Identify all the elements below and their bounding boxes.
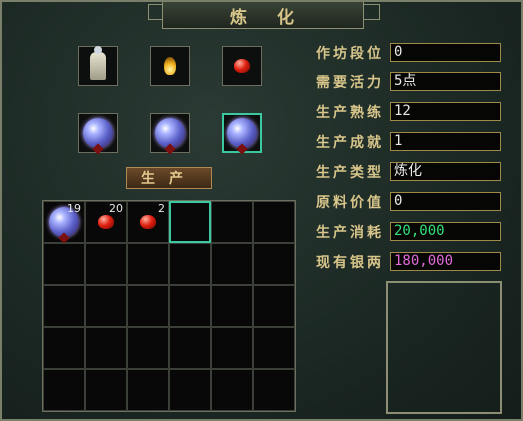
stat-value-proficiency: 12: [390, 102, 501, 121]
inventory-slot[interactable]: [85, 369, 127, 411]
inventory-slot[interactable]: [43, 243, 85, 285]
title-char-1: 炼: [230, 7, 249, 28]
inventory-slot[interactable]: [43, 369, 85, 411]
stat-value-achievement: 1: [390, 132, 501, 151]
recipe-slot-5[interactable]: [150, 113, 190, 153]
stat-label-energy-required: 需要活力: [316, 75, 384, 91]
inventory-slot[interactable]: [253, 327, 295, 369]
inventory-slot[interactable]: 20: [85, 201, 127, 243]
recipe-slot-2[interactable]: [150, 46, 190, 86]
purple-orb-icon: [83, 118, 113, 148]
inventory-slot[interactable]: [85, 327, 127, 369]
inventory-slot[interactable]: [253, 285, 295, 327]
inventory-slot[interactable]: [211, 369, 253, 411]
refine-window: 炼 化 生产 19 20 2 作坊段位 0 需要活力 5点 生产熟练 12 生产…: [0, 0, 523, 421]
title-char-2: 化: [277, 7, 296, 28]
white-robed-figure-icon: [90, 46, 106, 80]
stat-label-production-type: 生产类型: [316, 165, 384, 181]
purple-orb-icon: [227, 118, 257, 148]
inventory-slot[interactable]: [43, 285, 85, 327]
item-info-panel: [386, 281, 502, 414]
inventory-slot[interactable]: [127, 285, 169, 327]
inventory-slot[interactable]: [127, 327, 169, 369]
recipe-slot-6[interactable]: [222, 113, 262, 153]
recipe-slot-3[interactable]: [222, 46, 262, 86]
inventory-slot[interactable]: [211, 201, 253, 243]
red-gem-icon: [98, 215, 114, 229]
inventory-slot[interactable]: [211, 327, 253, 369]
inventory-slot[interactable]: [169, 285, 211, 327]
inventory-grid: 19 20 2: [42, 200, 296, 412]
window-title: 炼 化: [162, 2, 364, 29]
inventory-slot[interactable]: [211, 243, 253, 285]
stat-label-material-value: 原料价值: [316, 195, 384, 211]
stat-label-achievement: 生产成就: [316, 135, 384, 151]
inventory-slot[interactable]: [43, 327, 85, 369]
inventory-slot[interactable]: 19: [43, 201, 85, 243]
inventory-slot[interactable]: [127, 243, 169, 285]
inventory-slot[interactable]: [127, 369, 169, 411]
inventory-slot[interactable]: [85, 285, 127, 327]
stat-label-production-cost: 生产消耗: [316, 225, 384, 241]
stat-label-proficiency: 生产熟练: [316, 105, 384, 121]
inventory-slot-selected[interactable]: [169, 201, 211, 243]
inventory-slot[interactable]: [253, 201, 295, 243]
stat-value-current-silver: 180,000: [390, 252, 501, 271]
purple-orb-icon: [155, 118, 185, 148]
recipe-slot-1[interactable]: [78, 46, 118, 86]
inventory-slot[interactable]: [169, 327, 211, 369]
red-gem-icon: [140, 215, 156, 229]
inventory-slot[interactable]: [85, 243, 127, 285]
inventory-slot[interactable]: [211, 285, 253, 327]
item-count: 2: [158, 202, 165, 215]
inventory-slot[interactable]: 2: [127, 201, 169, 243]
item-count: 20: [109, 202, 123, 215]
stat-value-material-value: 0: [390, 192, 501, 211]
stat-value-workshop-rank: 0: [390, 43, 501, 62]
stat-value-production-cost: 20,000: [390, 222, 501, 241]
inventory-slot[interactable]: [169, 243, 211, 285]
inventory-slot[interactable]: [253, 369, 295, 411]
recipe-slot-4[interactable]: [78, 113, 118, 153]
item-count: 19: [67, 202, 81, 215]
produce-button[interactable]: 生产: [126, 167, 212, 189]
inventory-slot[interactable]: [253, 243, 295, 285]
stat-value-production-type: 炼化: [390, 162, 501, 181]
stat-label-current-silver: 现有银两: [316, 255, 384, 271]
stat-value-energy-required: 5点: [390, 72, 501, 91]
red-gem-icon: [234, 59, 250, 73]
golden-flame-icon: [164, 57, 176, 75]
inventory-slot[interactable]: [169, 369, 211, 411]
stat-label-workshop-rank: 作坊段位: [316, 46, 384, 62]
